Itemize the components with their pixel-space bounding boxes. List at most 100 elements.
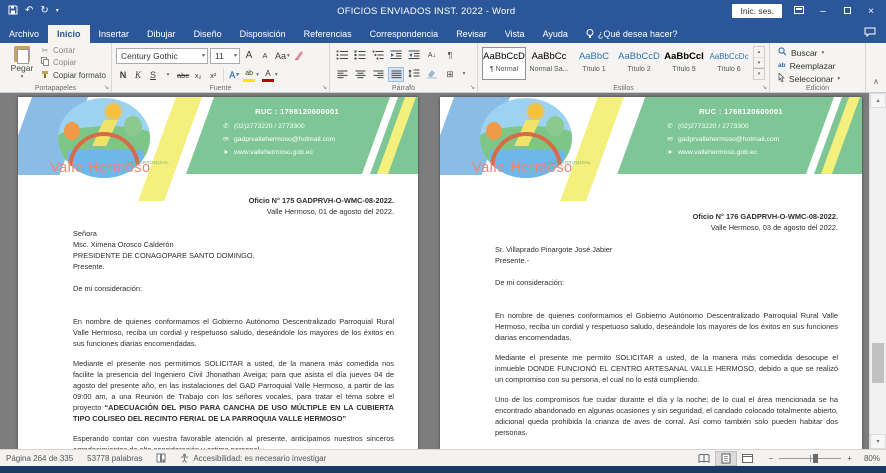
tab-inicio[interactable]: Inicio	[48, 25, 90, 43]
clear-formatting-button[interactable]	[293, 48, 307, 63]
word-count[interactable]: 53778 palabras	[87, 454, 142, 463]
styles-scroll-down-icon[interactable]: ▾	[754, 58, 764, 69]
borders-icon[interactable]: ⊞	[442, 67, 458, 82]
redo-icon[interactable]: ↻	[40, 6, 48, 16]
tab-correspondencia[interactable]: Correspondencia	[361, 25, 448, 43]
style-titulo-2[interactable]: AaBbCcD Título 2	[617, 47, 661, 80]
scroll-up-icon[interactable]: ▴	[870, 93, 886, 108]
zoom-in-button[interactable]: +	[847, 454, 852, 463]
borders-dropdown-icon[interactable]: ▾	[460, 67, 468, 82]
letter-body[interactable]: Oficio N° 175 GADPRVH-O-WMC-08-2022. Val…	[18, 175, 418, 449]
tab-disposicion[interactable]: Disposición	[231, 25, 295, 43]
numbered-list-icon[interactable]	[352, 48, 368, 63]
sign-in-button[interactable]: Inic. ses.	[732, 4, 782, 18]
styles-dialog-launcher-icon[interactable]: ↘	[762, 84, 767, 91]
proofing-icon[interactable]	[156, 453, 166, 463]
styles-scroll-up-icon[interactable]: ▴	[754, 47, 764, 58]
tab-revisar[interactable]: Revisar	[447, 25, 496, 43]
print-layout-icon[interactable]	[715, 451, 737, 466]
clipboard-dialog-launcher-icon[interactable]: ↘	[104, 84, 109, 91]
document-page-right[interactable]: RUC : 1768120600001 ✆(02)2773220 / 27733…	[440, 97, 862, 449]
multilevel-list-icon[interactable]	[370, 48, 386, 63]
scrollbar-track[interactable]	[870, 108, 886, 434]
restore-button[interactable]	[840, 6, 854, 17]
change-case-button[interactable]: Aa▾	[274, 48, 291, 63]
tab-ayuda[interactable]: Ayuda	[534, 25, 577, 43]
find-button[interactable]: Buscar ▾	[778, 46, 861, 59]
select-dropdown-icon[interactable]: ▾	[837, 76, 840, 82]
tab-diseno[interactable]: Diseño	[185, 25, 231, 43]
strikethrough-button[interactable]: abc	[176, 68, 190, 83]
select-button[interactable]: Seleccionar ▾	[778, 72, 861, 85]
font-size-combo[interactable]: 11 ▾	[210, 48, 240, 64]
font-dialog-launcher-icon[interactable]: ↘	[322, 84, 327, 91]
increase-indent-icon[interactable]	[406, 48, 422, 63]
undo-icon[interactable]: ↶	[25, 6, 33, 16]
zoom-level[interactable]: 80%	[858, 454, 880, 463]
font-name-dropdown-icon[interactable]: ▾	[202, 52, 205, 59]
accessibility-status[interactable]: Accesibilidad: es necesario investigar	[180, 453, 326, 463]
subscript-button[interactable]: x₂	[191, 68, 205, 83]
read-mode-icon[interactable]	[693, 451, 715, 466]
highlight-button[interactable]: ab ▾	[242, 68, 260, 83]
font-size-dropdown-icon[interactable]: ▾	[234, 52, 237, 59]
text-effects-button[interactable]: A▾	[227, 68, 241, 83]
minimize-button[interactable]: –	[816, 6, 830, 17]
align-left-icon[interactable]	[334, 67, 350, 82]
shrink-font-button[interactable]: A	[258, 48, 272, 63]
underline-dropdown-icon[interactable]: ▾	[161, 68, 175, 83]
decrease-indent-icon[interactable]	[388, 48, 404, 63]
replace-button[interactable]: ab Reemplazar	[778, 59, 861, 72]
superscript-button[interactable]: x²	[206, 68, 220, 83]
find-dropdown-icon[interactable]: ▾	[821, 50, 824, 56]
tab-vista[interactable]: Vista	[496, 25, 534, 43]
zoom-out-button[interactable]: −	[769, 454, 774, 463]
zoom-slider[interactable]	[779, 458, 841, 459]
style-titulo-5[interactable]: AaBbCcI Título 5	[662, 47, 706, 80]
shading-icon[interactable]	[424, 67, 440, 82]
tab-archivo[interactable]: Archivo	[0, 25, 48, 43]
vertical-scrollbar[interactable]: ▴ ▾	[869, 93, 886, 449]
paragraph-dialog-launcher-icon[interactable]: ↘	[470, 84, 475, 91]
font-color-button[interactable]: A ▾	[261, 68, 279, 83]
letter-body[interactable]: Oficio N° 176 GADPRVH-O-WMC-08-2022. Val…	[440, 175, 862, 449]
style-titulo-6[interactable]: AaBbCcDc Título 6	[707, 47, 751, 80]
bullet-list-icon[interactable]	[334, 48, 350, 63]
close-button[interactable]: ×	[864, 6, 878, 17]
save-icon[interactable]	[8, 5, 18, 18]
document-canvas[interactable]: RUC : 1768120600001 ✆(02)2773220 / 27733…	[0, 93, 886, 449]
zoom-slider-thumb[interactable]	[813, 454, 818, 463]
document-page-left[interactable]: RUC : 1768120600001 ✆(02)2773220 / 27733…	[18, 97, 418, 449]
cut-button[interactable]: ✂ Cortar	[40, 46, 106, 55]
web-layout-icon[interactable]	[737, 451, 759, 466]
italic-button[interactable]: K	[131, 68, 145, 83]
paste-button[interactable]: Pegar ▾	[4, 46, 40, 80]
ribbon-display-options-icon[interactable]	[792, 6, 806, 17]
copy-button[interactable]: Copiar	[40, 57, 106, 68]
tab-dibujar[interactable]: Dibujar	[138, 25, 185, 43]
align-center-icon[interactable]	[352, 67, 368, 82]
tab-referencias[interactable]: Referencias	[295, 25, 361, 43]
format-painter-button[interactable]: Copiar formato	[40, 70, 106, 81]
tell-me-box[interactable]: ¿Qué desea hacer?	[577, 25, 687, 43]
line-spacing-icon[interactable]	[406, 67, 422, 82]
underline-button[interactable]: S	[146, 68, 160, 83]
collapse-ribbon-button[interactable]: ∧	[866, 43, 886, 92]
scroll-down-icon[interactable]: ▾	[870, 434, 886, 449]
grow-font-button[interactable]: A	[242, 48, 256, 63]
scrollbar-thumb[interactable]	[872, 343, 884, 383]
bold-button[interactable]: N	[116, 68, 130, 83]
customize-qat-icon[interactable]: ▾	[56, 6, 59, 16]
style-normal[interactable]: AaBbCcD ¶ Normal	[482, 47, 526, 80]
show-marks-icon[interactable]: ¶	[442, 48, 458, 63]
page-indicator[interactable]: Página 264 de 335	[6, 454, 73, 463]
sort-icon[interactable]: A↓	[424, 48, 440, 63]
tab-insertar[interactable]: Insertar	[90, 25, 139, 43]
paste-dropdown-icon[interactable]: ▾	[21, 74, 24, 80]
comments-icon[interactable]	[854, 23, 886, 43]
style-titulo-1[interactable]: AaBbC Título 1	[572, 47, 616, 80]
font-name-combo[interactable]: Century Gothic ▾	[116, 48, 208, 64]
style-normal-sa[interactable]: AaBbCc Normal Sa...	[527, 47, 571, 80]
justify-icon[interactable]	[388, 67, 404, 82]
styles-gallery-more-icon[interactable]: ▾	[754, 68, 764, 79]
